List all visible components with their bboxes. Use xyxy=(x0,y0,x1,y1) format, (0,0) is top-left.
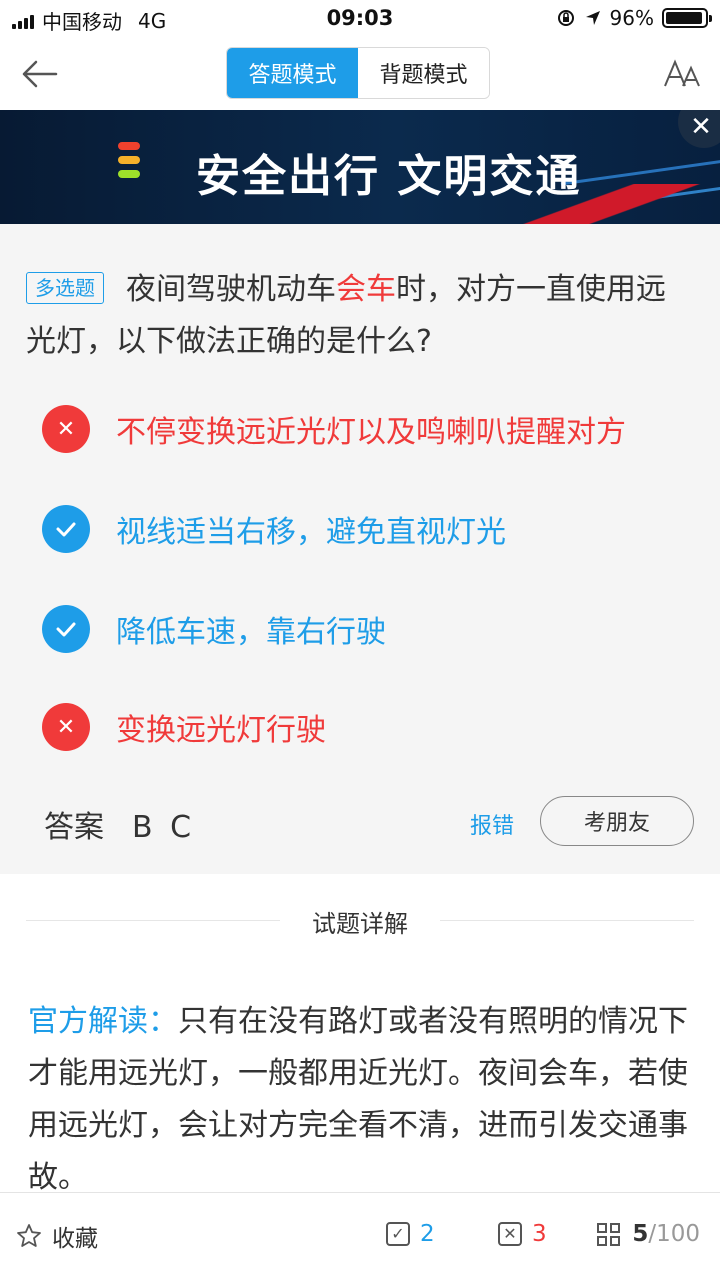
option-a[interactable]: ✕ 不停变换远近光灯以及鸣喇叭提醒对方 xyxy=(42,404,626,454)
wrong-icon: ✕ xyxy=(42,405,90,453)
explanation-title: 试题详解 xyxy=(312,910,408,938)
answer-value: B C xyxy=(132,810,196,845)
option-c[interactable]: 降低车速，靠右行驶 xyxy=(42,604,386,654)
location-icon xyxy=(585,11,600,25)
correct-count-value: 2 xyxy=(420,1221,435,1247)
rotation-lock-icon xyxy=(557,10,574,26)
question-index[interactable]: 5/100 xyxy=(597,1221,700,1247)
nav-bar: 答题模式 背题模式 xyxy=(0,38,720,110)
option-d-text: 变换远光灯行驶 xyxy=(116,713,326,748)
bottom-bar: 收藏 ✓ 2 ✕ 3 5/100 xyxy=(0,1192,720,1280)
question-type-badge: 多选题 xyxy=(26,272,104,304)
answer-row: 答案 B C xyxy=(44,802,195,846)
current-question: 5 xyxy=(632,1221,649,1247)
explanation-label: 官方解读： xyxy=(28,1004,178,1039)
status-bar: 中国移动 4G 09:03 96% xyxy=(0,0,720,38)
wrong-box-icon: ✕ xyxy=(498,1222,522,1246)
question-card: 多选题 夜间驾驶机动车会车时，对方一直使用远光灯，以下做法正确的是什么? ✕ 不停… xyxy=(0,224,720,874)
answer-label: 答案 xyxy=(44,810,104,845)
star-icon xyxy=(17,1224,41,1247)
ask-friend-button[interactable]: 考朋友 xyxy=(540,796,694,846)
divider xyxy=(440,920,694,921)
banner-streak xyxy=(560,157,720,186)
traffic-light-icon xyxy=(118,142,140,178)
wrong-count[interactable]: ✕ 3 xyxy=(498,1221,547,1247)
mode-switch: 答题模式 背题模式 xyxy=(226,47,490,99)
favorite-label: 收藏 xyxy=(52,1226,98,1252)
option-c-text: 降低车速，靠右行驶 xyxy=(116,615,386,650)
tab-review-mode[interactable]: 背题模式 xyxy=(358,48,489,98)
back-arrow-icon[interactable] xyxy=(18,54,62,94)
font-size-icon[interactable] xyxy=(662,54,702,94)
total-questions: /100 xyxy=(648,1221,700,1247)
grid-icon xyxy=(597,1222,621,1246)
option-b-text: 视线适当右移，避免直视灯光 xyxy=(116,515,506,550)
battery-icon xyxy=(662,8,712,28)
option-d[interactable]: ✕ 变换远光灯行驶 xyxy=(42,702,326,752)
option-a-text: 不停变换远近光灯以及鸣喇叭提醒对方 xyxy=(116,415,626,450)
wrong-icon: ✕ xyxy=(42,703,90,751)
correct-box-icon: ✓ xyxy=(386,1222,410,1246)
wrong-count-value: 3 xyxy=(532,1221,547,1247)
explanation-section: 试题详解 官方解读：只有在没有路灯或者没有照明的情况下才能用远光灯，一般都用近光… xyxy=(0,874,720,1194)
question-highlight: 会车 xyxy=(336,272,396,307)
ad-banner[interactable]: 安全出行 文明交通 ✕ xyxy=(0,110,720,224)
explanation-body: 官方解读：只有在没有路灯或者没有照明的情况下才能用远光灯，一般都用近光灯。夜间会… xyxy=(28,996,692,1194)
tab-answer-mode[interactable]: 答题模式 xyxy=(227,48,358,98)
correct-count[interactable]: ✓ 2 xyxy=(386,1221,435,1247)
option-b[interactable]: 视线适当右移，避免直视灯光 xyxy=(42,504,506,554)
check-icon xyxy=(42,505,90,553)
status-right: 96% xyxy=(556,6,712,30)
battery-percent: 96% xyxy=(609,6,654,30)
question-text: 多选题 夜间驾驶机动车会车时，对方一直使用远光灯，以下做法正确的是什么? xyxy=(26,264,686,368)
question-text-before: 夜间驾驶机动车 xyxy=(126,272,336,307)
check-icon xyxy=(42,605,90,653)
banner-text: 安全出行 文明交通 xyxy=(196,151,582,202)
report-error-link[interactable]: 报错 xyxy=(470,808,514,840)
close-icon[interactable]: ✕ xyxy=(678,110,720,148)
favorite-button[interactable]: 收藏 xyxy=(16,1219,98,1253)
